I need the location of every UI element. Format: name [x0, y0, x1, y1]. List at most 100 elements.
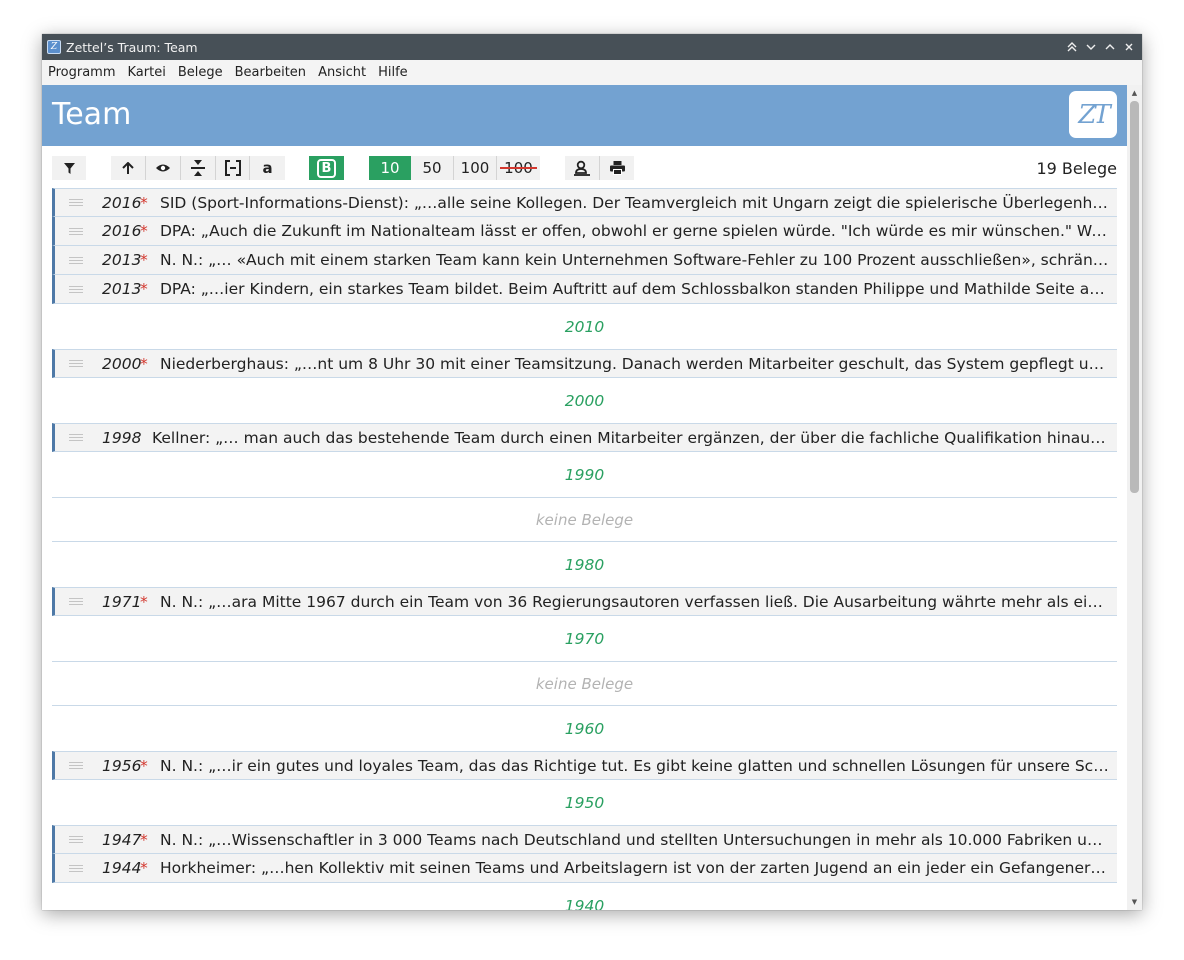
collapse-icon [191, 160, 205, 176]
drag-handle-icon[interactable] [69, 762, 83, 769]
beleg-star-marker: * [140, 354, 148, 373]
beleg-text: DPA: „…ier Kindern, ein starkes Team bil… [160, 280, 1117, 298]
beleg-star-marker: * [140, 251, 148, 269]
decade-heading: 1970 [564, 629, 605, 648]
title-bar[interactable]: Z Zettel’s Traum: Team [42, 34, 1142, 60]
scroll-thumb[interactable] [1130, 101, 1139, 493]
app-icon: Z [47, 40, 61, 54]
beleg-row[interactable]: 2016 * DPA: „Auch die Zukunft im Nationalt… [52, 217, 1117, 246]
bold-b-icon: B [316, 158, 337, 178]
beleg-year: 2013 [102, 251, 142, 269]
drag-handle-icon[interactable] [69, 864, 83, 872]
menu-hilfe[interactable]: Hilfe [378, 65, 408, 80]
bold-toggle-button[interactable]: B [309, 156, 344, 180]
beleg-star-marker: * [140, 193, 148, 212]
beleg-star-marker: * [140, 859, 148, 877]
close-icon[interactable] [1119, 37, 1138, 57]
beleg-text: N. N.: „… «Auch mit einem starken Team k… [160, 251, 1117, 269]
beleg-year: 2016 [102, 222, 142, 240]
beleg-year: 1998 [102, 428, 142, 447]
filter-button[interactable] [52, 156, 86, 180]
menu-kartei[interactable]: Kartei [128, 65, 166, 80]
beleg-row[interactable]: 2013 * DPA: „…ier Kindern, ein starkes Tea… [52, 275, 1117, 304]
beleg-star-marker: * [140, 592, 148, 611]
menu-bearbeiten[interactable]: Bearbeiten [235, 65, 306, 80]
beleg-row[interactable]: 1944 * Horkheimer: „…hen Kollektiv mit sei… [52, 854, 1117, 883]
strike-line [500, 167, 537, 169]
beleg-year: 1956 [102, 756, 142, 775]
text-format-button[interactable]: a [250, 156, 285, 180]
beleg-row[interactable]: 1998 Kellner: „… man auch das bestehende … [52, 423, 1117, 452]
page-title: Team [52, 97, 132, 132]
beleg-list: 2016 * SID (Sport-Informations-Dienst): „…… [52, 188, 1117, 910]
menu-bar: Programm Kartei Belege Bearbeiten Ansich… [42, 60, 1142, 85]
beleg-star-marker: * [140, 280, 148, 298]
window-title: Zettel’s Traum: Team [66, 39, 198, 55]
main-content: Team ZT a B 10 50 100 100 19 Belege 2016… [42, 85, 1127, 910]
collapse-button[interactable] [181, 156, 216, 180]
sort-up-button[interactable] [111, 156, 146, 180]
vertical-scrollbar[interactable]: ▲ ▼ [1127, 85, 1142, 910]
decade-heading: 1960 [564, 719, 605, 738]
eye-icon [156, 164, 170, 172]
app-window: Z Zettel’s Traum: Team Programm Kartei B… [42, 34, 1142, 910]
print-button[interactable] [600, 156, 634, 180]
stamp-button[interactable] [565, 156, 600, 180]
beleg-year: 2016 [102, 193, 142, 212]
printer-icon [609, 161, 625, 175]
menu-belege[interactable]: Belege [178, 65, 223, 80]
drag-handle-icon[interactable] [69, 360, 83, 367]
view-button[interactable] [146, 156, 181, 180]
scroll-up-arrow-icon[interactable]: ▲ [1127, 87, 1142, 99]
decade-heading: 2000 [564, 391, 605, 410]
beleg-row[interactable]: 2000 * Niederberghaus: „…nt um 8 Uhr 30 mi… [52, 349, 1117, 378]
beleg-year: 1944 [102, 859, 142, 877]
belege-count: 19 Belege [1036, 159, 1117, 178]
beleg-row[interactable]: 1947 * N. N.: „…Wissenschaftler in 3 000 T… [52, 825, 1117, 854]
scroll-down-arrow-icon[interactable]: ▼ [1127, 896, 1142, 908]
limit-none-button[interactable]: 100 [497, 156, 540, 180]
filter-icon [63, 162, 75, 174]
beleg-year: 1971 [102, 592, 142, 611]
drag-handle-icon[interactable] [69, 285, 83, 293]
no-entries-label: keine Belege [52, 497, 1117, 542]
bracket-icon [224, 160, 241, 176]
keep-above-icon[interactable] [1062, 37, 1081, 57]
drag-handle-icon[interactable] [69, 227, 83, 235]
decade-heading: 1950 [564, 793, 605, 812]
bracket-button[interactable] [216, 156, 250, 180]
toolbar: a B 10 50 100 100 19 Belege [42, 146, 1127, 188]
maximize-icon[interactable] [1100, 37, 1119, 57]
beleg-text: SID (Sport-Informations-Dienst): „…alle … [160, 193, 1117, 212]
limit-50-button[interactable]: 50 [411, 156, 454, 180]
beleg-year: 2013 [102, 280, 142, 298]
beleg-row[interactable]: 2016 * SID (Sport-Informations-Dienst): „…… [52, 188, 1117, 217]
drag-handle-icon[interactable] [69, 434, 83, 441]
minimize-icon[interactable] [1081, 37, 1100, 57]
drag-handle-icon[interactable] [69, 598, 83, 605]
beleg-star-marker: * [140, 830, 148, 849]
limit-10-button[interactable]: 10 [369, 156, 411, 180]
beleg-row[interactable]: 1956 * N. N.: „…ir ein gutes und loyales T… [52, 751, 1117, 780]
decade-heading: 1990 [564, 465, 605, 484]
no-entries-label: keine Belege [52, 661, 1117, 706]
beleg-text: Niederberghaus: „…nt um 8 Uhr 30 mit ein… [160, 354, 1117, 373]
app-logo: ZT [1069, 91, 1117, 138]
page-header: Team ZT [42, 85, 1127, 146]
beleg-row[interactable]: 1971 * N. N.: „…ara Mitte 1967 durch ein T… [52, 587, 1117, 616]
beleg-row[interactable]: 2013 * N. N.: „… «Auch mit einem starken T… [52, 246, 1117, 275]
stamp-icon [574, 160, 590, 176]
drag-handle-icon[interactable] [69, 199, 83, 206]
decade-heading: 1980 [564, 555, 605, 574]
drag-handle-icon[interactable] [69, 836, 83, 843]
beleg-star-marker: * [140, 756, 148, 775]
limit-100-button[interactable]: 100 [454, 156, 497, 180]
drag-handle-icon[interactable] [69, 256, 83, 264]
decade-heading: 2010 [564, 317, 605, 336]
beleg-text: N. N.: „…ir ein gutes und loyales Team, … [160, 756, 1117, 775]
menu-programm[interactable]: Programm [48, 65, 116, 80]
beleg-star-marker: * [140, 222, 148, 240]
menu-ansicht[interactable]: Ansicht [318, 65, 366, 80]
beleg-year: 1947 [102, 830, 142, 849]
letter-a-icon: a [262, 159, 273, 177]
